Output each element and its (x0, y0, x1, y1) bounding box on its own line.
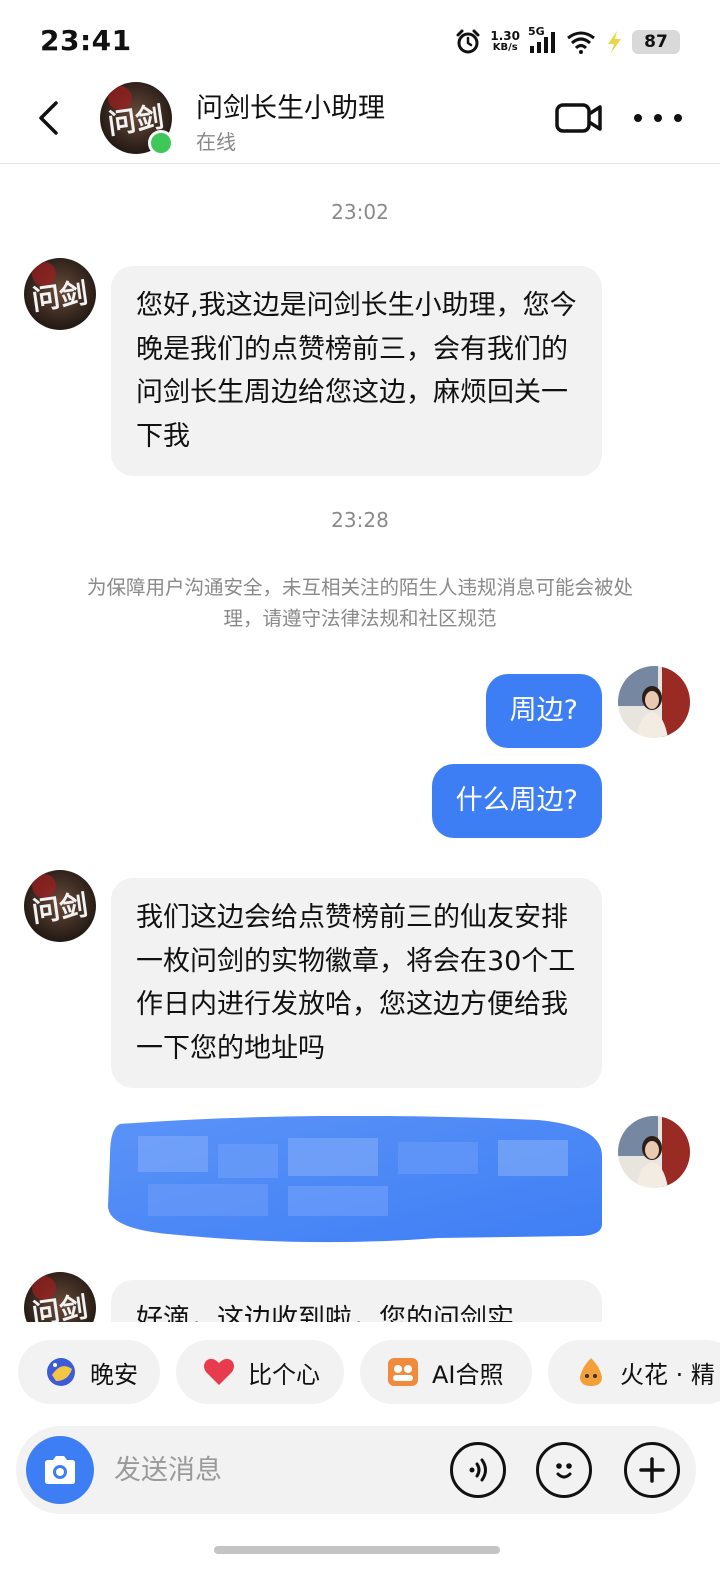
net-speed: 1.30 KB/s (490, 30, 520, 54)
home-indicator[interactable] (214, 1546, 500, 1554)
voice-wave-icon (469, 1458, 487, 1482)
chat-message-list[interactable]: 23:02 问剑 您好,我这边是问剑长生小助理，您今晚是我们的点赞榜前三，会有我… (0, 164, 720, 1322)
quick-reply-chip[interactable]: AI合照 (360, 1340, 532, 1404)
voice-button[interactable] (450, 1442, 506, 1498)
quick-reply-chip[interactable]: 火花 · 精 (548, 1340, 720, 1404)
message-timestamp: 23:02 (331, 200, 389, 224)
video-camera-icon (555, 103, 602, 133)
sender-avatar[interactable]: 问剑 (24, 258, 96, 330)
status-time: 23:41 (40, 24, 132, 57)
quick-reply-label: AI合照 (432, 1360, 504, 1389)
more-dot-icon (674, 114, 682, 122)
net-speed-unit: KB/s (492, 42, 518, 53)
quick-reply-chip[interactable]: 比个心 (176, 1340, 344, 1404)
online-status-dot (148, 130, 174, 156)
wifi-icon (566, 30, 596, 54)
charging-icon (604, 30, 624, 54)
more-dot-icon (634, 114, 642, 122)
more-options-button[interactable] (634, 104, 682, 132)
emoji-button[interactable] (536, 1442, 592, 1498)
outgoing-message[interactable]: 周边? (485, 674, 602, 748)
incoming-message[interactable]: 好滴，这边收到啦，您的问剑实 (111, 1280, 602, 1322)
status-bar: 23:41 1.30 KB/s 5G 87 (0, 0, 720, 80)
status-icons: 1.30 KB/s 5G 87 (454, 25, 680, 58)
quick-reply-bar: 晚安 比个心 AI合照 火花 · 精 (0, 1340, 720, 1406)
signal-icon: 5G (528, 25, 558, 55)
moon-icon (44, 1355, 78, 1389)
plus-icon (639, 1457, 665, 1483)
heart-icon (202, 1355, 236, 1389)
incoming-message[interactable]: 我们这边会给点赞榜前三的仙友安排一枚问剑的实物徽章，将会在30个工作日内进行发放… (111, 878, 602, 1088)
add-button[interactable] (624, 1442, 680, 1498)
my-avatar[interactable] (618, 1116, 690, 1188)
my-avatar[interactable] (618, 666, 690, 738)
quick-reply-label: 晚安 (90, 1360, 138, 1389)
message-timestamp: 23:28 (331, 508, 389, 532)
video-call-button[interactable] (554, 100, 604, 136)
safety-notice: 为保障用户沟通安全，未互相关注的陌生人违规消息可能会被处理，请遵守法律法规和社区… (86, 576, 633, 630)
camera-icon (45, 1456, 75, 1484)
back-button[interactable] (28, 98, 68, 138)
net-speed-value: 1.30 (490, 29, 520, 43)
message-input[interactable] (114, 1448, 434, 1492)
contact-status: 在线 (196, 130, 236, 154)
quick-reply-label: 火花 · 精 (620, 1360, 715, 1389)
message-input-bar (16, 1426, 696, 1514)
chevron-left-icon (39, 101, 58, 135)
incoming-message[interactable]: 您好,我这边是问剑长生小助理，您今晚是我们的点赞榜前三，会有我们的问剑长生周边给… (111, 266, 602, 476)
alarm-icon (454, 28, 482, 56)
quick-reply-label: 比个心 (248, 1360, 320, 1389)
emoji-face-icon (556, 1463, 572, 1479)
chat-header: 问剑 问剑长生小助理 在线 (0, 80, 720, 164)
ai-photo-icon (386, 1355, 420, 1389)
camera-button[interactable] (26, 1436, 94, 1504)
quick-reply-chip[interactable]: 晚安 (18, 1340, 160, 1404)
more-dot-icon (654, 114, 662, 122)
sender-avatar[interactable]: 问剑 (24, 870, 96, 942)
spark-icon (574, 1355, 608, 1389)
network-type: 5G (528, 25, 545, 38)
battery-indicator: 87 (632, 30, 680, 54)
contact-name[interactable]: 问剑长生小助理 (196, 86, 385, 125)
outgoing-message[interactable]: 什么周边? (431, 764, 602, 838)
outgoing-message-redacted[interactable] (108, 1115, 602, 1244)
sender-avatar[interactable]: 问剑 (24, 1272, 96, 1322)
